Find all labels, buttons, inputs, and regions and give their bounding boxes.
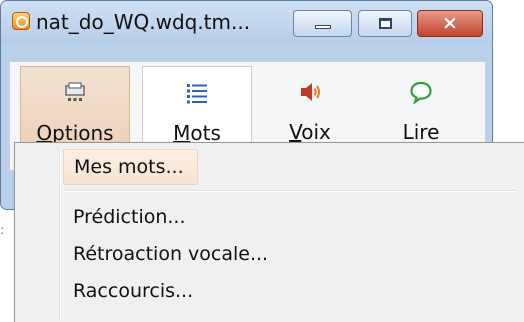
title-bar[interactable]: nat_do_WQ.wdq.tm... ×: [1, 1, 492, 45]
speaker-icon: [301, 83, 320, 101]
maximize-button[interactable]: [358, 10, 412, 37]
menu-item-raccourcis[interactable]: Raccourcis...: [63, 273, 519, 309]
minimize-icon: [315, 25, 331, 29]
menu-item-prediction[interactable]: Prédiction...: [63, 199, 519, 235]
maximize-icon: [379, 18, 392, 29]
toolbar-label-lire: Lire: [402, 120, 440, 144]
speech-bubble-icon: [410, 81, 432, 104]
close-button[interactable]: ×: [417, 10, 483, 37]
printer-icon: [65, 82, 85, 101]
minimize-button[interactable]: [293, 10, 352, 37]
screen: nat_do_WQ.wdq.tm... × Options Mots Voix …: [0, 0, 524, 322]
menu-item-mes-mots[interactable]: Mes mots...: [63, 149, 198, 185]
app-icon[interactable]: [12, 12, 30, 30]
options-dropdown-menu: Mes mots... Prédiction... Rétroaction vo…: [14, 142, 524, 322]
list-icon: [187, 84, 207, 104]
menu-item-retroaction-vocale[interactable]: Rétroaction vocale...: [63, 236, 519, 272]
toolbar-label-voix: Voix: [289, 120, 331, 144]
close-icon: ×: [442, 12, 458, 34]
window-title: nat_do_WQ.wdq.tm...: [36, 10, 251, 34]
menu-separator: [65, 190, 515, 192]
background-mark: :: [0, 223, 5, 237]
menu-gutter: [59, 147, 61, 319]
